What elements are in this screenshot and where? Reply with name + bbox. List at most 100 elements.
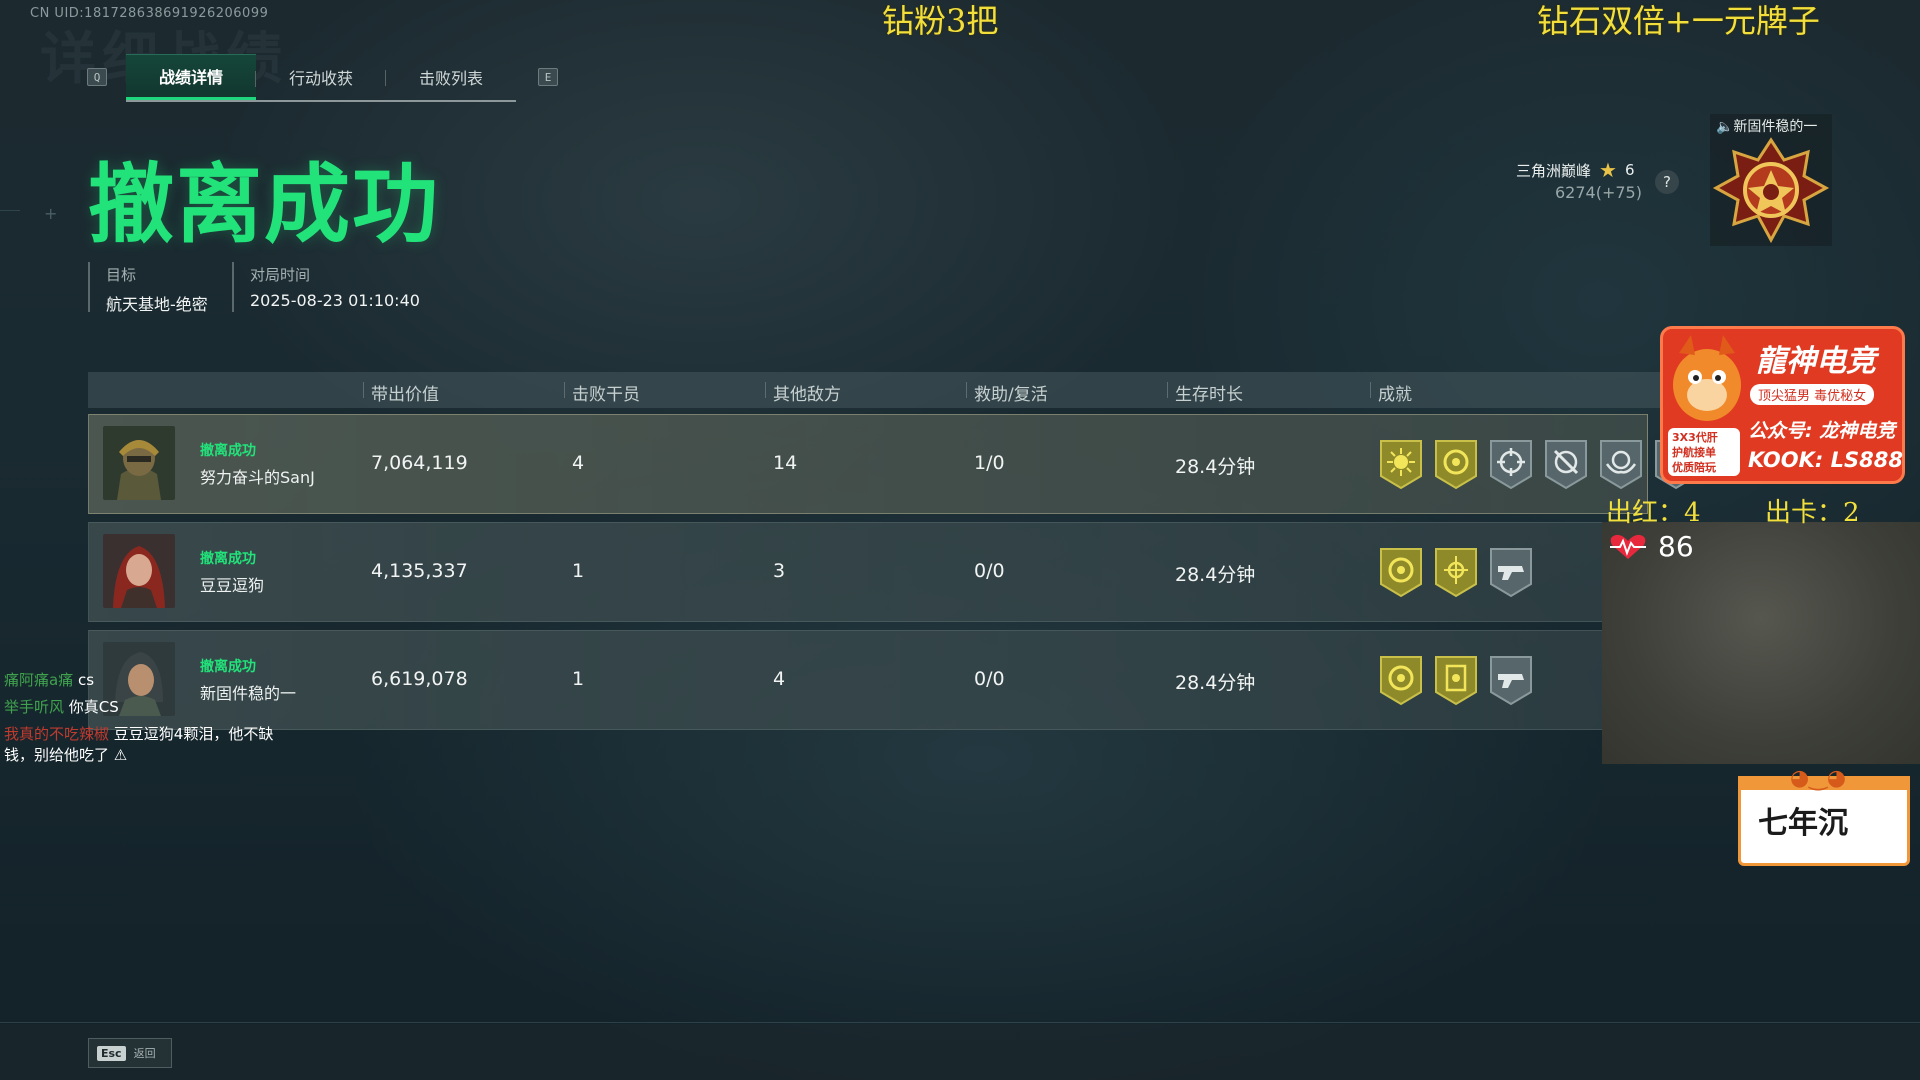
card-count: 出卡：2 (1765, 498, 1860, 528)
row-value: 6,619,078 (371, 668, 468, 690)
ad-service-item: 优质陪玩 (1672, 461, 1716, 474)
tab-battle-details[interactable]: 战绩详情 (126, 54, 256, 100)
row-status: 撤离成功 (200, 443, 256, 459)
col-header-value: 带出价值 (363, 380, 439, 405)
rank-score: 6274(+75) (1555, 183, 1642, 202)
footer-bar (0, 1024, 1920, 1080)
col-header-survival: 生存时长 (1167, 380, 1243, 405)
row-status: 撤离成功 (200, 659, 256, 675)
hud-divider (0, 1022, 1920, 1023)
meta-divider (88, 262, 90, 312)
crosshair-slash-badge-icon[interactable] (1543, 438, 1589, 490)
back-button[interactable]: Esc 返回 (88, 1038, 172, 1068)
ad-service-item: 3X3代肝 (1672, 431, 1718, 444)
back-label: 返回 (133, 1047, 156, 1060)
tab-kill-list[interactable]: 击败列表 (386, 54, 516, 100)
row-value: 4,135,337 (371, 560, 468, 582)
red-count: 出红：4 (1606, 498, 1701, 528)
row-player-name: 新固件稳的一 (200, 684, 297, 703)
row-kills: 4 (572, 452, 585, 474)
meta-target-value: 航天基地-绝密 (106, 295, 208, 314)
gun-badge-icon[interactable] (1488, 546, 1534, 598)
row-achievements (1378, 654, 1534, 706)
row-others: 4 (773, 668, 786, 690)
meta-target-label: 目标 (106, 266, 137, 284)
chat-text: 你真CS (68, 698, 119, 716)
heart-rate-value: 86 (1658, 530, 1694, 563)
col-header-achievements: 成就 (1370, 380, 1412, 405)
sun-badge-icon[interactable] (1378, 438, 1424, 490)
row-achievements (1378, 546, 1534, 598)
col-header-others: 其他敌方 (765, 380, 841, 405)
ring-badge-icon[interactable] (1378, 654, 1424, 706)
row-survival: 28.4分钟 (1175, 672, 1256, 694)
hud-tick (0, 210, 20, 211)
wings-badge-icon[interactable] (1598, 438, 1644, 490)
row-kills: 1 (572, 560, 585, 582)
stream-overlay-text: 钻粉3把 (882, 2, 999, 40)
gun-badge-icon[interactable] (1488, 654, 1534, 706)
card-badge-icon[interactable] (1433, 654, 1479, 706)
row-status: 撤离成功 (200, 551, 256, 567)
heartbeat-icon (1610, 534, 1646, 559)
meta-time-label: 对局时间 (250, 266, 311, 284)
uid-text: CN UID:18172863869192620609​9 (30, 6, 269, 21)
ad-title: 龍神电竞 (1756, 344, 1876, 379)
chat-user: 痛阿痛a痛 (4, 671, 74, 689)
ring-badge-icon[interactable] (1378, 546, 1424, 598)
player-avatar (103, 534, 175, 608)
crosshair-badge-icon[interactable] (1488, 438, 1534, 490)
chat-message: 痛阿痛a痛 cs (4, 670, 94, 690)
ad-wechat: 公众号: 龙神电竞 (1748, 420, 1896, 442)
col-header-kills: 击败干员 (564, 380, 640, 405)
ring-badge-icon[interactable] (1433, 438, 1479, 490)
compass-badge-icon[interactable] (1433, 546, 1479, 598)
row-others: 3 (773, 560, 786, 582)
rank-badge-owner: 🔈新固件稳的一 (1716, 119, 1818, 135)
stream-overlay-text: 钻石双倍+一元牌子 (1537, 2, 1820, 40)
row-achievements (1378, 438, 1699, 490)
ad-services: 3X3代肝 护航接单 优质陪玩 (1668, 428, 1740, 476)
page-title: 撤离成功 (88, 155, 440, 255)
ad-tagline: 顶尖猛男 毒优秘女 (1750, 384, 1875, 405)
crosshair-icon: + (44, 204, 58, 223)
help-button[interactable]: ? (1655, 170, 1679, 194)
chat-message: 举手听风 你真CS (4, 697, 119, 717)
tab-bar: 战绩详情 行动收获 击败列表 (126, 54, 516, 102)
chat-text: cs (77, 671, 95, 689)
row-survival: 28.4分钟 (1175, 456, 1256, 478)
rank-title: 三角洲巅峰 (1516, 161, 1592, 180)
tab-prev-key[interactable]: Q (87, 68, 107, 86)
meta-target: 目标 航天基地-绝密 (106, 264, 208, 315)
meta-time: 对局时间 2025-08-23 01:10:40 (250, 264, 420, 310)
row-kills: 1 (572, 668, 585, 690)
tab-next-key[interactable]: E (538, 68, 558, 86)
col-header-assists: 救助/复活 (966, 380, 1048, 405)
heart-rate: 86 (1608, 530, 1694, 563)
table-header (88, 372, 1678, 408)
row-assists: 0/0 (974, 668, 1005, 690)
player-avatar (103, 426, 175, 500)
chat-user: 举手听风 (4, 698, 65, 716)
sign-text: 七年沉 (1758, 806, 1848, 841)
meta-time-value: 2025-08-23 01:10:40 (250, 291, 420, 310)
row-player-name: 豆豆逗狗 (200, 576, 265, 595)
dragon-mascot-icon (1673, 335, 1741, 421)
chat-text: 豆豆逗狗4颗泪，他不缺 (113, 725, 274, 743)
tab-action-rewards[interactable]: 行动收获 (256, 54, 386, 100)
meta-divider (232, 262, 234, 312)
row-others: 14 (773, 452, 798, 474)
row-assists: 1/0 (974, 452, 1005, 474)
rank-emblem-icon[interactable] (1712, 136, 1830, 244)
row-value: 7,064,119 (371, 452, 468, 474)
ad-kook: KOOK: LS888 (1748, 448, 1903, 472)
rank-name: 三角洲巅峰 ★ 6 (1516, 158, 1635, 182)
chat-user: 我真的不吃辣椒 (4, 725, 110, 743)
esc-key: Esc (97, 1045, 126, 1061)
chat-text: 钱，别给他吃了 (4, 746, 110, 764)
row-player-name: 努力奋斗的SanJ (200, 468, 315, 487)
ad-service-item: 护航接单 (1672, 446, 1716, 459)
star-icon: ★ (1599, 158, 1617, 182)
warning-icon: ⚠ (113, 746, 128, 764)
row-survival: 28.4分钟 (1175, 564, 1256, 586)
